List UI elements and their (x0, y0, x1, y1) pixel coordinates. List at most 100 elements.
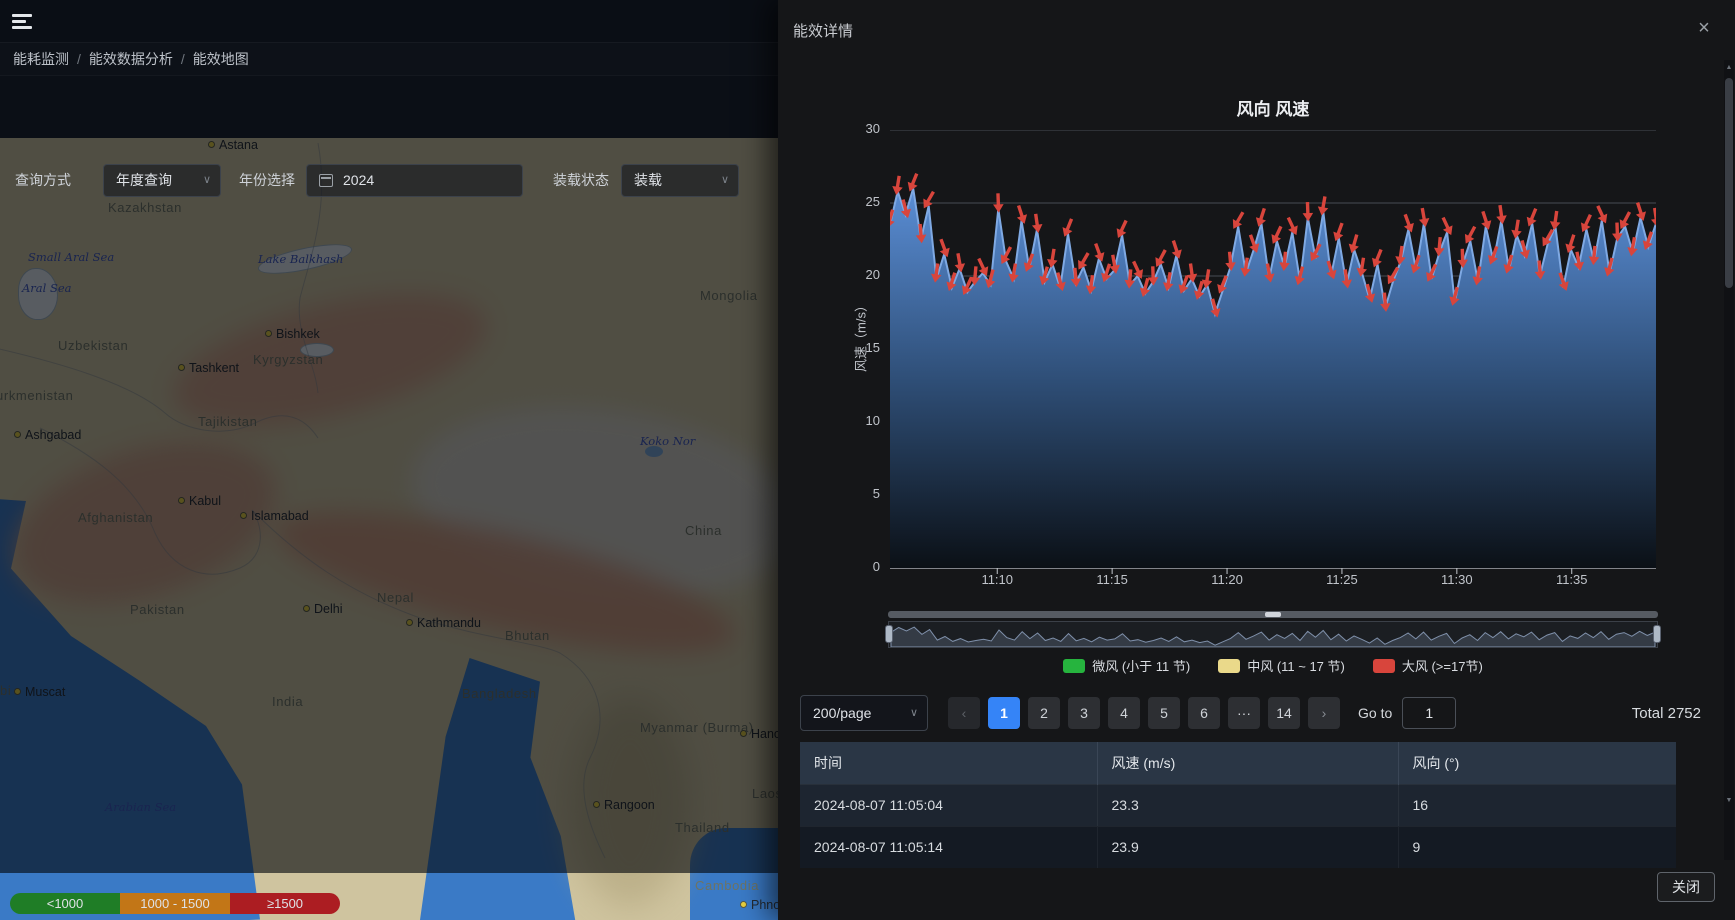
datazoom-slider[interactable] (888, 621, 1658, 648)
legend-label: 微风 (小于 11 节) (1092, 656, 1190, 675)
year-label: 年份选择 (239, 164, 295, 197)
chevron-down-icon: ∨ (721, 165, 729, 196)
goto-input[interactable] (1402, 697, 1456, 729)
total-count: Total 2752 (1632, 705, 1701, 722)
panel-scrollbar[interactable]: ▲ ▼ (1724, 60, 1734, 860)
table-row[interactable]: 2024-08-07 11:05:1423.99 (800, 826, 1676, 868)
x-tick-label: 11:35 (1542, 572, 1602, 587)
breadcrumb-separator: / (77, 51, 81, 67)
table-header-cell: 时间 (800, 742, 1097, 784)
legend-chip (1373, 659, 1395, 673)
page-button-14[interactable]: 14 (1268, 697, 1300, 729)
y-tick-label: 10 (830, 413, 880, 428)
y-tick-label: 0 (830, 559, 880, 574)
chart-legend-item[interactable]: 大风 (>=17节) (1373, 656, 1483, 675)
query-mode-label: 查询方式 (15, 164, 71, 197)
detail-panel: 能效详情 × 风向 风速 风速（m/s） 051015202530 11:101… (778, 0, 1735, 920)
energy-map[interactable]: KazakhstanUzbekistanKyrgyzstanTurkmenist… (0, 138, 778, 920)
breadcrumb-item-energy-map[interactable]: 能效地图 (193, 51, 249, 67)
chevron-down-icon: ∨ (203, 165, 211, 196)
load-status-label: 装载状态 (553, 164, 609, 197)
legend-chip (1218, 659, 1240, 673)
page-button-6[interactable]: 6 (1188, 697, 1220, 729)
menu-icon[interactable] (12, 14, 32, 32)
pager: ‹123456···14› (948, 697, 1340, 729)
map-legend: <10001000 - 1500≥1500 (10, 893, 340, 914)
table-header-cell: 风向 (°) (1398, 742, 1676, 784)
table-row[interactable]: 2024-08-07 11:05:0423.316 (800, 784, 1676, 826)
y-tick-label: 20 (830, 267, 880, 282)
data-table: 时间风速 (m/s)风向 (°) 2024-08-07 11:05:0423.3… (800, 742, 1676, 868)
y-tick-label: 30 (830, 121, 880, 136)
legend-label: 大风 (>=17节) (1402, 656, 1483, 675)
datazoom-left-handle[interactable] (885, 625, 893, 643)
panel-title: 能效详情 (793, 20, 853, 41)
page-button-2[interactable]: 2 (1028, 697, 1060, 729)
legend-label: 中风 (11 ~ 17 节) (1247, 656, 1345, 675)
chart-h-scrollbar[interactable] (888, 611, 1658, 618)
page-button-5[interactable]: 5 (1148, 697, 1180, 729)
scroll-down-icon[interactable]: ▼ (1724, 797, 1734, 804)
calendar-icon (319, 174, 333, 187)
close-icon[interactable]: × (1690, 14, 1718, 42)
table-cell: 2024-08-07 11:05:14 (800, 826, 1097, 868)
page-button-3[interactable]: 3 (1068, 697, 1100, 729)
goto-label: Go to (1358, 705, 1392, 721)
legend-chip (1063, 659, 1085, 673)
page-button-4[interactable]: 4 (1108, 697, 1140, 729)
query-mode-value: 年度查询 (116, 172, 172, 188)
x-tick-label: 11:10 (967, 572, 1027, 587)
screen: KazakhstanUzbekistanKyrgyzstanTurkmenist… (0, 0, 1735, 920)
breadcrumb-item-energy-monitor[interactable]: 能耗监测 (13, 51, 69, 67)
y-tick-label: 5 (830, 486, 880, 501)
city-dot-icon (740, 901, 747, 908)
y-tick-label: 15 (830, 340, 880, 355)
city-label: Phnom Penh (751, 898, 778, 912)
more-pages-button[interactable]: ··· (1228, 697, 1260, 729)
table-header-cell: 风速 (m/s) (1097, 742, 1398, 784)
chart-legend-item[interactable]: 中风 (11 ~ 17 节) (1218, 656, 1345, 675)
load-status-select[interactable]: 装载 ∨ (621, 164, 739, 197)
page-button-1[interactable]: 1 (988, 697, 1020, 729)
map-country-label: Cambodia (695, 878, 759, 893)
map-legend-segment: ≥1500 (230, 893, 340, 914)
table-cell: 9 (1398, 826, 1676, 868)
map-dim-overlay (0, 138, 778, 873)
scroll-up-icon[interactable]: ▲ (1724, 64, 1734, 71)
h-scrollbar-thumb[interactable] (1265, 612, 1281, 617)
breadcrumb-separator: / (181, 51, 185, 67)
y-axis-name: 风速（m/s） (851, 291, 870, 381)
page-size-value: 200/page (813, 705, 871, 721)
filter-bar: 查询方式 年度查询 ∨ 年份选择 2024 装载状态 装载 ∨ (0, 75, 778, 138)
chart-legend: 微风 (小于 11 节) 中风 (11 ~ 17 节) 大风 (>=17节) (890, 656, 1656, 675)
x-tick-label: 11:30 (1427, 572, 1487, 587)
load-status-value: 装载 (634, 172, 662, 188)
query-mode-select[interactable]: 年度查询 ∨ (103, 164, 221, 197)
scrollbar-thumb[interactable] (1725, 78, 1733, 288)
chart-legend-item[interactable]: 微风 (小于 11 节) (1063, 656, 1190, 675)
table-cell: 23.3 (1097, 784, 1398, 826)
map-legend-segment: 1000 - 1500 (120, 893, 230, 914)
datazoom-right-handle[interactable] (1653, 625, 1661, 643)
table-cell: 16 (1398, 784, 1676, 826)
map-legend-segment: <1000 (10, 893, 120, 914)
x-tick-label: 11:20 (1197, 572, 1257, 587)
year-value: 2024 (343, 172, 374, 188)
x-tick-label: 11:15 (1082, 572, 1142, 587)
next-page-button[interactable]: › (1308, 697, 1340, 729)
table-cell: 2024-08-07 11:05:04 (800, 784, 1097, 826)
prev-page-button[interactable]: ‹ (948, 697, 980, 729)
chart-title: 风向 风速 (890, 95, 1656, 120)
page-size-select[interactable]: 200/page ∨ (800, 695, 928, 731)
table-cell: 23.9 (1097, 826, 1398, 868)
chevron-down-icon: ∨ (910, 696, 918, 730)
y-tick-label: 25 (830, 194, 880, 209)
breadcrumb: 能耗监测 / 能效数据分析 / 能效地图 (0, 42, 778, 75)
breadcrumb-item-energy-analysis[interactable]: 能效数据分析 (89, 51, 173, 67)
close-button[interactable]: 关闭 (1657, 872, 1715, 902)
x-tick-label: 11:25 (1312, 572, 1372, 587)
map-city-marker[interactable]: Phnom Penh (740, 896, 778, 914)
wind-chart[interactable] (890, 130, 1656, 576)
year-picker[interactable]: 2024 (306, 164, 523, 197)
pagination: 200/page ∨ ‹123456···14› Go to Total 275… (800, 694, 1701, 732)
